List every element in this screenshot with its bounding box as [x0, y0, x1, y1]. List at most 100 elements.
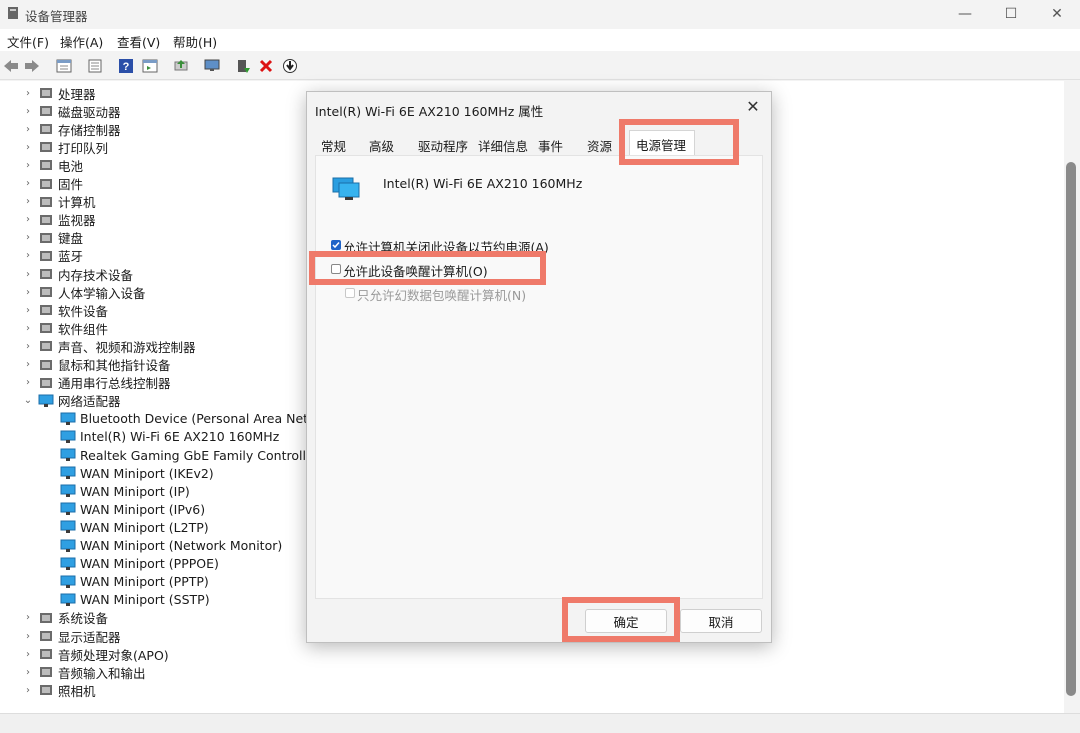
- tree-category[interactable]: › 显示适配器: [22, 627, 121, 645]
- tree-category[interactable]: › 音频处理对象(APO): [22, 645, 169, 663]
- tree-category[interactable]: › 固件: [22, 175, 83, 193]
- uninstall-icon[interactable]: [256, 56, 276, 76]
- tab-power-management[interactable]: 电源管理: [629, 130, 695, 156]
- tab-advanced[interactable]: 高级: [369, 136, 394, 155]
- chevron-right-icon[interactable]: ›: [22, 269, 34, 280]
- menu-help[interactable]: 帮助(H): [173, 32, 217, 51]
- tree-device[interactable]: WAN Miniport (IKEv2): [56, 464, 214, 482]
- forward-icon[interactable]: [22, 56, 42, 76]
- dialog-close-button[interactable]: ✕: [743, 98, 763, 118]
- properties-icon[interactable]: [140, 56, 160, 76]
- tree-device[interactable]: WAN Miniport (IPv6): [56, 500, 205, 518]
- help-icon[interactable]: ?: [116, 56, 136, 76]
- tree-category[interactable]: › 软件组件: [22, 319, 108, 337]
- tab-resources[interactable]: 资源: [587, 136, 612, 155]
- chevron-right-icon[interactable]: ›: [22, 649, 34, 660]
- tree-device[interactable]: WAN Miniport (L2TP): [56, 518, 209, 536]
- tree-label: 打印队列: [58, 140, 109, 156]
- properties-view-icon[interactable]: [54, 56, 74, 76]
- tree-device[interactable]: WAN Miniport (IP): [56, 482, 190, 500]
- tree-category[interactable]: › 存储控制器: [22, 120, 121, 138]
- tree-category[interactable]: › 鼠标和其他指针设备: [22, 356, 171, 374]
- allow-wake-checkbox[interactable]: [331, 264, 341, 274]
- cancel-button[interactable]: 取消: [680, 609, 762, 633]
- tab-details[interactable]: 详细信息: [478, 136, 528, 155]
- monitor-icon[interactable]: [202, 56, 222, 76]
- tree-category[interactable]: › 照相机: [22, 681, 96, 699]
- chevron-right-icon[interactable]: ›: [22, 359, 34, 370]
- back-icon[interactable]: [1, 56, 21, 76]
- tree-device[interactable]: WAN Miniport (Network Monitor): [56, 537, 282, 555]
- chevron-right-icon[interactable]: ›: [22, 685, 34, 696]
- scrollbar-thumb[interactable]: [1066, 162, 1076, 696]
- chevron-right-icon[interactable]: ›: [22, 612, 34, 623]
- chevron-right-icon[interactable]: ›: [22, 196, 34, 207]
- enable-icon[interactable]: [233, 56, 253, 76]
- chevron-right-icon[interactable]: ›: [22, 323, 34, 334]
- tab-general[interactable]: 常规: [321, 136, 346, 155]
- chevron-right-icon[interactable]: ›: [22, 631, 34, 642]
- chevron-right-icon[interactable]: ›: [22, 178, 34, 189]
- menu-file[interactable]: 文件(F): [7, 32, 49, 51]
- tree-category[interactable]: › 打印队列: [22, 138, 108, 156]
- tree-category[interactable]: › 系统设备: [22, 609, 108, 627]
- network-adapter-icon: [60, 575, 76, 589]
- tree-category[interactable]: › 处理器: [22, 84, 96, 102]
- tree-category[interactable]: ⌄ 网络适配器: [22, 392, 121, 410]
- tree-category[interactable]: › 音频输入和输出: [22, 663, 146, 681]
- chevron-right-icon[interactable]: ›: [22, 250, 34, 261]
- tree-device[interactable]: Realtek Gaming GbE Family Controller: [56, 446, 319, 464]
- tree-category[interactable]: › 键盘: [22, 229, 83, 247]
- tree-label: 处理器: [58, 86, 96, 102]
- tree-device[interactable]: Bluetooth Device (Personal Area Network: [56, 410, 338, 428]
- tree-device[interactable]: WAN Miniport (SSTP): [56, 591, 210, 609]
- tree-category[interactable]: › 磁盘驱动器: [22, 102, 121, 120]
- download-icon[interactable]: [280, 56, 300, 76]
- tree-category[interactable]: › 内存技术设备: [22, 265, 133, 283]
- tree-category[interactable]: › 电池: [22, 156, 83, 174]
- maximize-button[interactable]: ☐: [988, 0, 1034, 28]
- tree-label: 软件设备: [58, 303, 109, 319]
- device-category-icon: [38, 213, 54, 227]
- tree-label: Intel(R) Wi-Fi 6E AX210 160MHz: [80, 429, 280, 445]
- ok-button[interactable]: 确定: [585, 609, 667, 633]
- chevron-right-icon[interactable]: ›: [22, 124, 34, 135]
- chevron-right-icon[interactable]: ›: [22, 305, 34, 316]
- close-button[interactable]: ✕: [1034, 0, 1080, 28]
- chevron-right-icon[interactable]: ›: [22, 377, 34, 388]
- chevron-down-icon[interactable]: ⌄: [22, 395, 34, 406]
- tree-category[interactable]: › 人体学输入设备: [22, 283, 146, 301]
- chevron-right-icon[interactable]: ›: [22, 142, 34, 153]
- menu-action[interactable]: 操作(A): [60, 32, 103, 51]
- chevron-right-icon[interactable]: ›: [22, 232, 34, 243]
- tree-category[interactable]: › 蓝牙: [22, 247, 83, 265]
- tree-label: WAN Miniport (PPPOE): [80, 556, 219, 572]
- chevron-right-icon[interactable]: ›: [22, 106, 34, 117]
- tree-label: 存储控制器: [58, 122, 121, 138]
- chevron-right-icon[interactable]: ›: [22, 88, 34, 99]
- tab-driver[interactable]: 驱动程序: [418, 136, 468, 155]
- allow-turn-off-checkbox[interactable]: [331, 240, 341, 250]
- svg-text:?: ?: [123, 61, 130, 73]
- device-manager-icon: [8, 7, 18, 19]
- list-icon[interactable]: [85, 56, 105, 76]
- chevron-right-icon[interactable]: ›: [22, 667, 34, 678]
- tree-category[interactable]: › 软件设备: [22, 301, 108, 319]
- tree-category[interactable]: › 计算机: [22, 193, 96, 211]
- tab-events[interactable]: 事件: [538, 136, 563, 155]
- menu-view[interactable]: 查看(V): [117, 32, 160, 51]
- tree-category[interactable]: › 声音、视频和游戏控制器: [22, 337, 196, 355]
- chevron-right-icon[interactable]: ›: [22, 160, 34, 171]
- device-category-icon: [38, 177, 54, 191]
- tree-device[interactable]: WAN Miniport (PPTP): [56, 573, 209, 591]
- tree-device[interactable]: Intel(R) Wi-Fi 6E AX210 160MHz: [56, 428, 279, 446]
- tree-device[interactable]: WAN Miniport (PPPOE): [56, 555, 219, 573]
- tree-category[interactable]: › 监视器: [22, 211, 96, 229]
- tree-category[interactable]: › 通用串行总线控制器: [22, 374, 171, 392]
- chevron-right-icon[interactable]: ›: [22, 214, 34, 225]
- update-icon[interactable]: [171, 56, 191, 76]
- chevron-right-icon[interactable]: ›: [22, 287, 34, 298]
- minimize-button[interactable]: —: [942, 0, 988, 28]
- chevron-right-icon[interactable]: ›: [22, 341, 34, 352]
- network-adapter-icon: [60, 502, 76, 516]
